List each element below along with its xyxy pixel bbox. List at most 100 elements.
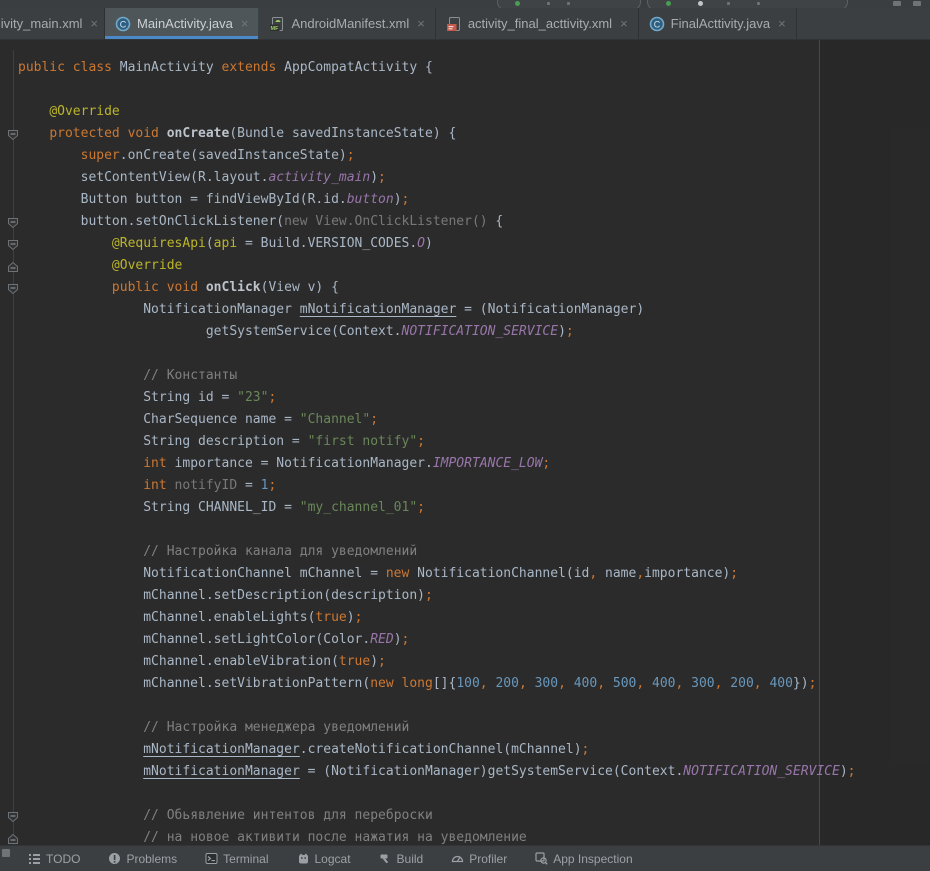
java-class-icon: C (649, 16, 665, 32)
code-line[interactable]: String id = "23"; (18, 387, 930, 409)
android-manifest-icon: MF (269, 16, 285, 32)
code-line[interactable]: NotificationManager mNotificationManager… (18, 299, 930, 321)
tab-label: MainActivity.java (137, 16, 233, 31)
code-line[interactable]: mChannel.setDescription(description); (18, 585, 930, 607)
tool-window-button-profiler[interactable]: Profiler (451, 852, 507, 866)
code-line[interactable]: getSystemService(Context.NOTIFICATION_SE… (18, 321, 930, 343)
code-line[interactable]: // Константы (18, 365, 930, 387)
tab-label: ivity_main.xml (1, 16, 83, 31)
code-line[interactable]: public class MainActivity extends AppCom… (18, 57, 930, 79)
code-area[interactable]: public class MainActivity extends AppCom… (0, 40, 930, 849)
tool-window-button-build[interactable]: Build (379, 852, 424, 866)
toolbar-mark (547, 2, 550, 5)
fold-end-icon[interactable] (7, 832, 19, 844)
tool-window-label: Logcat (315, 852, 351, 866)
fold-collapse-icon[interactable] (7, 282, 19, 294)
tab-label: AndroidManifest.xml (291, 16, 409, 31)
tab-androidmanifest-xml[interactable]: MF AndroidManifest.xml × (259, 8, 435, 39)
code-line[interactable]: setContentView(R.layout.activity_main); (18, 167, 930, 189)
tool-window-button-logcat[interactable]: Logcat (297, 852, 351, 866)
code-line[interactable]: mChannel.setVibrationPattern(new long[]{… (18, 673, 930, 695)
code-line[interactable] (18, 695, 930, 717)
code-line[interactable]: mNotificationManager = (NotificationMana… (18, 761, 930, 783)
profiler-icon (451, 852, 464, 865)
code-line[interactable]: // Настройка менеджера уведомлений (18, 717, 930, 739)
code-line[interactable]: int notifyID = 1; (18, 475, 930, 497)
code-line[interactable]: mChannel.setLightColor(Color.RED); (18, 629, 930, 651)
code-line[interactable]: mChannel.enableVibration(true); (18, 651, 930, 673)
debug-icon[interactable] (666, 1, 671, 6)
tool-window-label: Problems (126, 852, 177, 866)
close-icon[interactable]: × (90, 17, 98, 30)
code-line[interactable]: @Override (18, 255, 930, 277)
app-inspection-icon (535, 852, 548, 865)
editor-pane[interactable]: public class MainActivity extends AppCom… (0, 40, 930, 855)
tool-window-label: Terminal (223, 852, 268, 866)
close-icon[interactable]: × (778, 17, 786, 30)
code-line[interactable] (18, 519, 930, 541)
tab-label: activity_final_acttivity.xml (468, 16, 612, 31)
svg-text:MF: MF (271, 26, 280, 32)
svg-text:C: C (120, 19, 127, 29)
fold-collapse-icon[interactable] (7, 810, 19, 822)
tab-mainactivity-java[interactable]: C MainActivity.java × (105, 8, 259, 39)
tool-window-label: TODO (46, 852, 80, 866)
code-line[interactable]: super.onCreate(savedInstanceState); (18, 145, 930, 167)
code-line[interactable]: mChannel.enableLights(true); (18, 607, 930, 629)
code-line[interactable]: button.setOnClickListener(new View.OnCli… (18, 211, 930, 233)
code-line[interactable]: protected void onCreate(Bundle savedInst… (18, 123, 930, 145)
code-line[interactable]: String description = "first notify"; (18, 431, 930, 453)
fold-end-icon[interactable] (7, 260, 19, 272)
fold-collapse-icon[interactable] (7, 128, 19, 140)
editor-tab-bar: ivity_main.xml × C MainActivity.java × MF Andr… (0, 8, 930, 40)
close-icon[interactable]: × (241, 17, 249, 30)
toolbar-mark (727, 2, 730, 5)
tab-ivity-main-xml[interactable]: ivity_main.xml × (0, 8, 105, 39)
code-line[interactable]: public void onClick(View v) { (18, 277, 930, 299)
code-line[interactable]: int importance = NotificationManager.IMP… (18, 453, 930, 475)
tool-window-label: Build (397, 852, 424, 866)
problems-icon (108, 852, 121, 865)
tool-window-button-todo[interactable]: TODO (28, 852, 80, 866)
code-line[interactable]: NotificationChannel mChannel = new Notif… (18, 563, 930, 585)
tool-window-label: App Inspection (553, 852, 632, 866)
tab-finalacttivity-java[interactable]: C FinalActtivity.java × (639, 8, 797, 39)
todo-icon (28, 852, 41, 865)
code-line[interactable] (18, 783, 930, 805)
code-line[interactable] (18, 343, 930, 365)
code-line[interactable]: @RequiresApi(api = Build.VERSION_CODES.O… (18, 233, 930, 255)
toolbar-mark (567, 2, 570, 5)
android-studio-window: { "colors": { "accent_underline": "#4a88… (0, 0, 930, 855)
logcat-icon (297, 852, 310, 865)
code-line[interactable]: CharSequence name = "Channel"; (18, 409, 930, 431)
tool-window-label: Profiler (469, 852, 507, 866)
window-icon-fragment[interactable] (2, 849, 10, 857)
svg-text:C: C (653, 19, 660, 29)
tool-window-button-problems[interactable]: Problems (108, 852, 177, 866)
build-icon (379, 852, 392, 865)
terminal-icon (205, 852, 218, 865)
close-icon[interactable]: × (620, 17, 628, 30)
code-line[interactable]: String CHANNEL_ID = "my_channel_01"; (18, 497, 930, 519)
layout-xml-icon (446, 16, 462, 32)
stop-icon[interactable] (698, 1, 703, 6)
java-class-icon: C (115, 16, 131, 32)
tool-window-button-app-inspection[interactable]: App Inspection (535, 852, 632, 866)
code-line[interactable]: @Override (18, 101, 930, 123)
tool-window-bar: TODO Problems Terminal Logcat Build Profiler A… (0, 845, 930, 871)
fold-collapse-icon[interactable] (7, 238, 19, 250)
toolbar-mark (893, 1, 901, 6)
code-line[interactable]: Button button = findViewById(R.id.button… (18, 189, 930, 211)
run-icon[interactable] (515, 1, 520, 6)
code-line[interactable]: mNotificationManager.createNotificationC… (18, 739, 930, 761)
fold-collapse-icon[interactable] (7, 216, 19, 228)
code-line[interactable] (18, 79, 930, 101)
code-line[interactable]: // Настройка канала для уведомлений (18, 541, 930, 563)
close-icon[interactable]: × (417, 17, 425, 30)
tool-window-button-terminal[interactable]: Terminal (205, 852, 268, 866)
toolbar-mark (757, 2, 760, 5)
code-line[interactable]: // Обьявление интентов для переброски (18, 805, 930, 827)
tab-activity-final-acttivity-xml[interactable]: activity_final_acttivity.xml × (436, 8, 639, 39)
tab-label: FinalActtivity.java (671, 16, 770, 31)
toolbar-mark (913, 1, 921, 6)
